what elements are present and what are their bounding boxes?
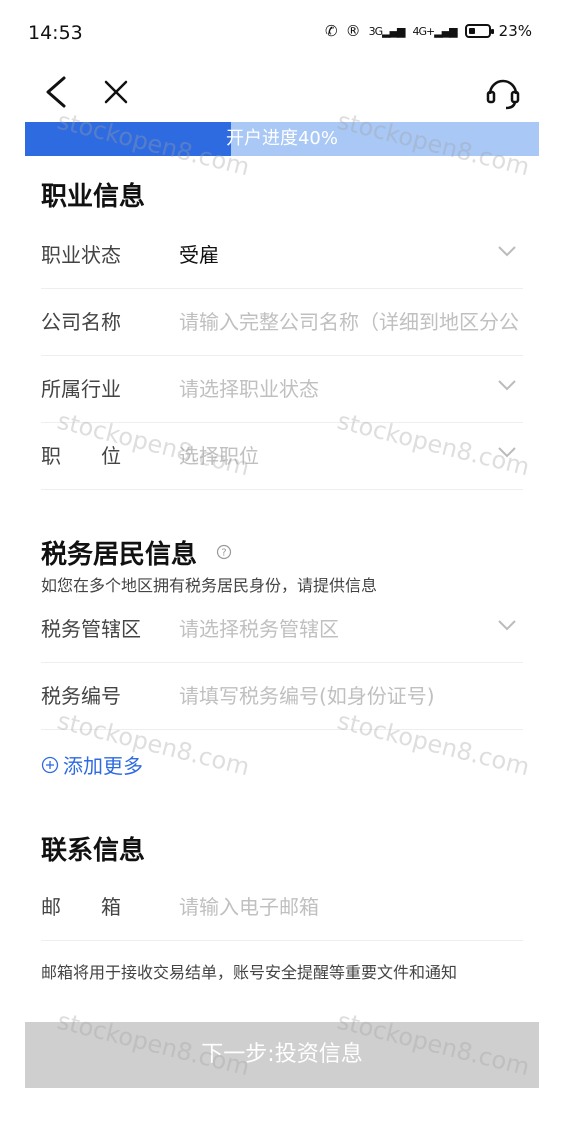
chevron-down-icon xyxy=(498,620,516,631)
occupation-section-title: 职业信息 xyxy=(41,182,146,212)
company-name-placeholder: 请输入完整公司名称（详细到地区分公 xyxy=(179,310,519,334)
customer-service-headset-icon[interactable] xyxy=(484,72,522,112)
signal-4g-icon: 4G+▂▄▆ xyxy=(412,24,458,38)
svg-text:?: ? xyxy=(221,548,226,559)
industry-label: 所属行业 xyxy=(41,377,121,401)
chevron-down-icon xyxy=(498,380,516,391)
next-step-button[interactable]: 下一步:投资信息 xyxy=(25,1022,539,1088)
tax-section-title: 税务居民信息 xyxy=(41,540,198,570)
tax-jurisdiction-select[interactable]: 税务管辖区 请选择税务管辖区 xyxy=(41,596,523,663)
tax-number-label: 税务编号 xyxy=(41,684,121,708)
email-field[interactable]: 邮 箱 请输入电子邮箱 xyxy=(41,874,523,941)
add-more-button[interactable]: 添加更多 xyxy=(41,750,143,779)
employment-status-label: 职业状态 xyxy=(41,243,121,267)
status-time: 14:53 xyxy=(28,22,83,44)
tax-jurisdiction-placeholder: 请选择税务管辖区 xyxy=(179,617,339,641)
tax-subtitle: 如您在多个地区拥有税务居民身份，请提供信息 xyxy=(41,576,378,595)
company-name-field[interactable]: 公司名称 请输入完整公司名称（详细到地区分公 xyxy=(41,289,523,356)
tax-number-field[interactable]: 税务编号 请填写税务编号(如身份证号) xyxy=(41,663,523,730)
email-label: 邮 箱 xyxy=(41,895,121,919)
progress-bar: 开户进度40% xyxy=(25,122,539,156)
navigation-bar xyxy=(0,64,562,122)
battery-level: 23% xyxy=(498,22,532,40)
close-icon[interactable] xyxy=(98,74,134,110)
progress-label: 开户进度40% xyxy=(225,128,338,149)
chevron-down-icon xyxy=(498,447,516,458)
tax-number-placeholder: 请填写税务编号(如身份证号) xyxy=(179,684,435,708)
battery-icon xyxy=(464,24,494,38)
vibrate-off-icon: ✆ xyxy=(325,22,338,40)
add-more-label: 添加更多 xyxy=(63,754,143,778)
email-note: 邮箱将用于接收交易结单，账号安全提醒等重要文件和通知 xyxy=(41,963,458,982)
industry-select[interactable]: 所属行业 请选择职业状态 xyxy=(41,356,523,423)
position-placeholder: 选择职位 xyxy=(179,444,259,468)
position-label: 职 位 xyxy=(41,444,121,468)
chevron-down-icon xyxy=(498,246,516,257)
industry-placeholder: 请选择职业状态 xyxy=(179,377,319,401)
help-circle-icon[interactable]: ? xyxy=(216,544,232,560)
add-circle-icon xyxy=(41,756,59,773)
back-arrow-icon[interactable] xyxy=(40,72,76,112)
company-name-label: 公司名称 xyxy=(41,310,121,334)
status-bar: 14:53 ✆ ® 3G▂▄▆ 4G+▂▄▆ 23% xyxy=(0,0,562,64)
contact-section-title: 联系信息 xyxy=(41,836,146,866)
position-select[interactable]: 职 位 选择职位 xyxy=(41,423,523,490)
signal-3g-icon: 3G▂▄▆ xyxy=(368,24,406,38)
email-placeholder: 请输入电子邮箱 xyxy=(179,895,319,919)
registered-icon: ® xyxy=(345,22,361,40)
employment-status-value: 受雇 xyxy=(179,243,219,267)
tax-jurisdiction-label: 税务管辖区 xyxy=(41,617,141,641)
status-icons: ✆ ® 3G▂▄▆ 4G+▂▄▆ 23% xyxy=(325,22,532,40)
employment-status-select[interactable]: 职业状态 受雇 xyxy=(41,222,523,289)
